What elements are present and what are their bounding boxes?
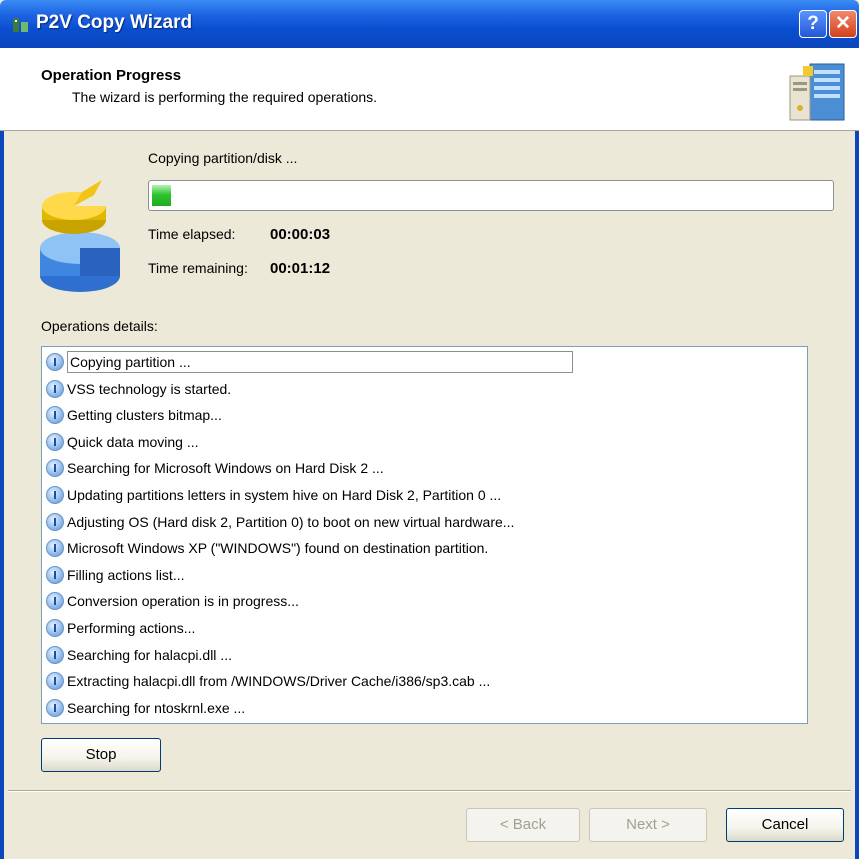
footer-separator <box>8 790 851 792</box>
info-icon <box>46 353 64 371</box>
operation-list-item[interactable]: Microsoft Windows XP ("WINDOWS") found o… <box>46 536 488 560</box>
app-icon <box>13 18 28 32</box>
operation-list-item[interactable]: Conversion operation is in progress... <box>46 589 299 613</box>
operation-list-item[interactable]: Getting clusters bitmap... <box>46 403 222 427</box>
info-icon <box>46 592 64 611</box>
window-border-left <box>0 48 4 859</box>
operation-list-item[interactable]: Adjusting OS (Hard disk 2, Partition 0) … <box>46 510 514 534</box>
operation-list-item[interactable]: Updating partitions letters in system hi… <box>46 483 501 507</box>
operation-list-item[interactable]: Extracting halacpi.dll from /WINDOWS/Dri… <box>46 669 490 693</box>
stop-button[interactable]: Stop <box>41 738 161 772</box>
info-icon <box>46 619 64 637</box>
close-button[interactable]: ✕ <box>829 10 857 38</box>
progress-status: Copying partition/disk ... <box>148 150 298 166</box>
info-icon <box>46 645 64 664</box>
p2v-copy-wizard-window: P2V Copy Wizard ? ✕ Operation Progress T… <box>0 0 859 859</box>
header-title: Operation Progress <box>41 67 182 84</box>
operation-text: Copying partition ... <box>67 351 573 373</box>
info-icon <box>46 565 64 584</box>
help-button[interactable]: ? <box>799 10 827 38</box>
disk-partition-pie-icon <box>40 180 120 292</box>
operation-list-item[interactable]: Quick data moving ... <box>46 430 199 454</box>
header-subtitle: The wizard is performing the required op… <box>72 89 378 105</box>
progress-bar <box>148 180 834 211</box>
operation-text: VSS technology is started. <box>67 380 232 397</box>
progress-bar-fill <box>152 185 171 206</box>
time-elapsed-value: 00:00:03 <box>270 226 331 243</box>
operation-list-item[interactable]: Searching for halacpi.dll ... <box>46 643 232 667</box>
operation-text: Getting clusters bitmap... <box>67 407 222 424</box>
operation-text: Searching for ntoskrnl.exe ... <box>67 699 246 716</box>
info-icon <box>46 406 64 425</box>
operation-text: Conversion operation is in progress... <box>67 593 299 610</box>
info-icon <box>46 539 64 558</box>
server-computer-icon <box>789 63 845 121</box>
operation-text: Extracting halacpi.dll from /WINDOWS/Dri… <box>67 673 491 690</box>
info-icon <box>46 459 64 478</box>
info-icon <box>46 512 64 531</box>
operation-text: Updating partitions letters in system hi… <box>67 487 502 503</box>
operation-text: Searching for halacpi.dll ... <box>67 646 232 663</box>
operation-list-item[interactable]: Filling actions list... <box>46 563 184 587</box>
window-title: P2V Copy Wizard <box>36 12 193 33</box>
operation-list-item[interactable]: Copying partition ... <box>46 350 573 374</box>
operation-text: Filling actions list... <box>67 566 185 583</box>
operation-list-item[interactable]: Performing actions... <box>46 616 195 640</box>
next-button[interactable]: Next > <box>589 808 707 842</box>
operations-details-label: Operations details: <box>41 318 158 334</box>
cancel-button[interactable]: Cancel <box>726 808 844 842</box>
operation-list-item[interactable]: Searching for Microsoft Windows on Hard … <box>46 456 384 480</box>
info-icon <box>46 672 64 691</box>
info-icon <box>46 698 64 717</box>
time-remaining-value: 00:01:12 <box>270 260 331 277</box>
time-remaining-label: Time remaining: <box>148 260 248 276</box>
operation-text: Microsoft Windows XP ("WINDOWS") found o… <box>67 540 489 557</box>
operation-text: Adjusting OS (Hard disk 2, Partition 0) … <box>67 513 515 530</box>
info-icon <box>46 486 64 504</box>
window-border-right <box>855 48 859 859</box>
operation-list-item[interactable]: VSS technology is started. <box>46 377 231 401</box>
info-icon <box>46 432 64 451</box>
operation-list-item[interactable]: Searching for ntoskrnl.exe ... <box>46 696 245 720</box>
back-button[interactable]: < Back <box>466 808 580 842</box>
operation-text: Searching for Microsoft Windows on Hard … <box>67 460 384 477</box>
operation-text: Performing actions... <box>67 620 196 636</box>
title-bar[interactable]: P2V Copy Wizard ? ✕ <box>0 0 859 48</box>
time-elapsed-label: Time elapsed: <box>148 226 236 242</box>
operation-text: Quick data moving ... <box>67 433 199 450</box>
info-icon <box>46 379 64 398</box>
operations-details-list[interactable]: Copying partition ... VSS technology is s… <box>41 346 808 724</box>
